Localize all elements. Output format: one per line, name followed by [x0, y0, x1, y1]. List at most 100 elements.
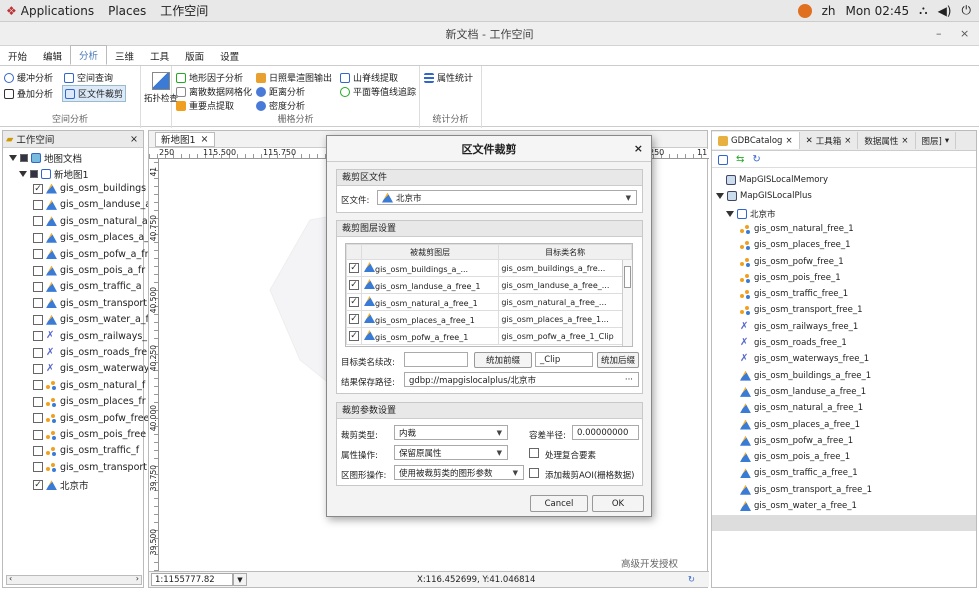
catalog-item[interactable]: gis_osm_pofw_free_1 — [740, 257, 844, 267]
density-analysis-button[interactable]: 密度分析 — [256, 99, 305, 112]
catalog-item[interactable]: gis_osm_pois_a_free_1 — [740, 452, 850, 463]
table-row[interactable]: ✓ gis_osm_pofw_a_free_1 gis_osm_pofw_a_fre… — [346, 327, 632, 345]
cancel-button[interactable]: Cancel — [530, 495, 588, 512]
layer-item[interactable]: gis_osm_natural_a — [33, 216, 148, 227]
add-prefix-button[interactable]: 统加前缀 — [474, 352, 532, 368]
layer-item[interactable]: gis_osm_traffic_f — [33, 445, 139, 456]
volume-icon[interactable]: ◀) — [938, 4, 952, 18]
catalog-item[interactable]: gis_osm_places_a_free_1 — [740, 419, 860, 430]
close-window-button[interactable]: × — [960, 27, 969, 40]
layer-item[interactable]: gis_osm_pois_free — [33, 429, 146, 440]
close-icon[interactable]: × — [844, 136, 851, 146]
discrete-grid-button[interactable]: 离散数据网格化 — [176, 85, 252, 98]
new-connection-icon[interactable] — [718, 154, 728, 165]
layer-item[interactable]: gis_osm_traffic_a — [33, 281, 142, 292]
catalog-item[interactable]: gis_osm_landuse_a_free_1 — [740, 386, 866, 397]
catalog-item[interactable]: MapGISLocalPlus — [716, 191, 812, 202]
layer-item[interactable]: gis_osm_pofw_free — [33, 413, 149, 424]
overlay-analysis-button[interactable]: 叠加分析 — [4, 87, 53, 100]
layer-item[interactable]: gis_osm_transport — [33, 298, 147, 309]
power-icon[interactable]: ⏻ — [962, 3, 972, 18]
layer-item[interactable]: gis_osm_landuse_a — [33, 199, 151, 210]
layer-checkbox[interactable] — [33, 380, 43, 391]
hillshade-button[interactable]: 日照晕渲图输出 — [256, 71, 332, 84]
target-class-cell[interactable]: gis_osm_pofw_a_free_1_Clip — [498, 327, 632, 345]
layer-checkbox[interactable] — [33, 445, 43, 456]
tab-layers[interactable]: 图层] ▾ — [916, 132, 957, 149]
row-checkbox[interactable]: ✓ — [349, 314, 359, 324]
clip-type-select[interactable]: 内裁 — [394, 425, 508, 440]
tab-settings[interactable]: 设置 — [212, 47, 247, 65]
catalog-item[interactable]: gis_osm_water_a_free_1 — [740, 501, 857, 511]
layer-checkbox[interactable] — [33, 347, 43, 358]
target-class-cell[interactable]: gis_osm_natural_a_free_... — [498, 293, 632, 311]
map-node[interactable]: 新地图1 — [19, 167, 89, 181]
network-icon[interactable]: ⛬ — [919, 3, 927, 18]
refresh-catalog-icon[interactable]: ↻ — [752, 154, 760, 165]
layer-checkbox[interactable] — [33, 265, 43, 276]
user-name[interactable]: zh — [822, 4, 836, 18]
complex-feature-checkbox[interactable] — [529, 448, 539, 458]
layer-checkbox[interactable] — [33, 363, 43, 374]
layer-checkbox[interactable] — [33, 331, 43, 342]
row-checkbox[interactable]: ✓ — [349, 280, 359, 290]
tab-tools[interactable]: 工具 — [142, 47, 177, 65]
layer-item[interactable]: gis_osm_water_a_f — [33, 314, 149, 325]
user-avatar-icon[interactable] — [797, 3, 812, 18]
add-suffix-button[interactable]: 统加后缀 — [597, 352, 639, 368]
layer-item[interactable]: gis_osm_transport — [33, 462, 147, 473]
contour-button[interactable]: 平面等值线追踪 — [340, 85, 416, 98]
workspace-tab[interactable]: ▰ 工作空间 × — [3, 131, 143, 148]
layer-checkbox[interactable]: ✓ — [33, 183, 43, 194]
catalog-item[interactable]: gis_osm_traffic_a_free_1 — [740, 468, 858, 479]
workspace-close-button[interactable]: × — [130, 134, 138, 145]
tab-start[interactable]: 开始 — [0, 47, 35, 65]
scale-dropdown-icon[interactable]: ▼ — [233, 573, 247, 586]
buffer-analysis-button[interactable]: 缓冲分析 — [4, 71, 53, 84]
attribute-stat-button[interactable]: 属性统计 — [424, 71, 473, 84]
layer-checkbox[interactable]: ✓ — [33, 480, 43, 491]
layer-checkbox[interactable] — [33, 396, 43, 407]
active-app-menu[interactable]: 工作空间 — [160, 2, 208, 19]
suffix-input[interactable]: _Clip — [535, 352, 593, 367]
layer-item[interactable]: gis_osm_pois_a_fr — [33, 265, 145, 276]
layer-item[interactable]: gis_osm_places_a_ — [33, 232, 149, 243]
connect-icon[interactable]: ⇆ — [736, 154, 744, 165]
layer-item[interactable]: ✗ gis_osm_waterways — [33, 363, 154, 374]
map-document-node[interactable]: 地图文档 — [9, 151, 82, 165]
catalog-item[interactable]: ✗ gis_osm_roads_free_1 — [740, 338, 847, 349]
scroll-left-icon[interactable]: ‹ — [9, 574, 12, 583]
expand-arrow-icon[interactable] — [716, 193, 724, 200]
region-clip-button[interactable]: 区文件裁剪 — [62, 85, 127, 102]
close-icon[interactable]: × — [785, 136, 792, 146]
target-class-cell[interactable]: gis_osm_buildings_a_fre... — [498, 259, 632, 277]
layer-item[interactable]: ✗ gis_osm_railways_ — [33, 331, 147, 342]
scale-field[interactable]: 1:1155777.82 — [151, 573, 233, 586]
ok-button[interactable]: OK — [592, 495, 644, 512]
target-class-cell[interactable]: gis_osm_places_a_free_1... — [498, 310, 632, 328]
row-checkbox[interactable]: ✓ — [349, 297, 359, 307]
tab-3d[interactable]: 三维 — [107, 47, 142, 65]
table-scrollbar[interactable] — [622, 260, 632, 346]
scroll-thumb[interactable] — [624, 266, 631, 288]
layer-item[interactable]: ✓ gis_osm_buildings — [33, 183, 146, 194]
catalog-item[interactable]: gis_osm_places_free_1 — [740, 240, 851, 251]
layer-checkbox[interactable] — [33, 281, 43, 292]
close-icon[interactable]: × — [901, 136, 908, 146]
expand-arrow-icon[interactable] — [726, 210, 734, 217]
clock[interactable]: Mon 02:45 — [845, 4, 909, 18]
catalog-item[interactable]: gis_osm_natural_a_free_1 — [740, 403, 863, 414]
table-row[interactable]: ✓ gis_osm_buildings_a_... gis_osm_building… — [346, 259, 632, 277]
tab-data-properties[interactable]: 数据属性 × — [858, 132, 916, 149]
row-checkbox[interactable]: ✓ — [349, 331, 359, 341]
browse-button[interactable]: ··· — [625, 375, 633, 385]
ridge-line-button[interactable]: 山脊线提取 — [340, 71, 398, 84]
row-checkbox[interactable]: ✓ — [349, 263, 359, 273]
clip-file-select[interactable]: 北京市 — [377, 190, 637, 205]
scroll-right-icon[interactable]: › — [136, 574, 139, 583]
dialog-close-button[interactable]: × — [634, 142, 643, 155]
layer-item[interactable]: gis_osm_pofw_a_fr — [33, 249, 149, 260]
add-aoi-checkbox[interactable] — [529, 468, 539, 478]
catalog-item[interactable]: ✗ gis_osm_railways_free_1 — [740, 321, 858, 332]
target-name-input[interactable] — [404, 352, 468, 367]
